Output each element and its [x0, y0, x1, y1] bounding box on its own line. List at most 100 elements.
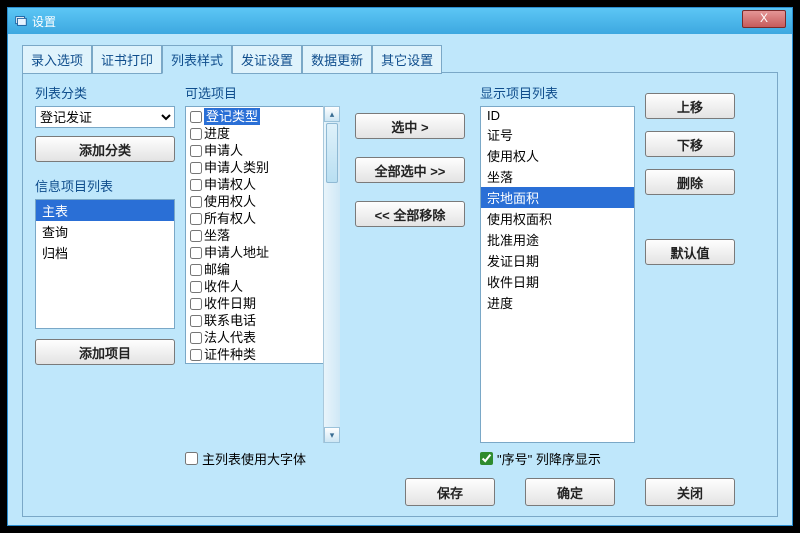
- item-label: 使用权人: [204, 193, 256, 210]
- item-checkbox[interactable]: [190, 230, 202, 242]
- main-row: 列表分类 登记发证 添加分类 信息项目列表 主表查询归档 添加项目 可选项目 登…: [35, 83, 765, 468]
- list-item[interactable]: 查询: [36, 221, 174, 242]
- list-item[interactable]: 使用权人: [481, 145, 634, 166]
- tab-3[interactable]: 发证设置: [232, 45, 302, 74]
- list-item[interactable]: 证件种类: [188, 346, 339, 363]
- scroll-up-icon[interactable]: ▴: [324, 106, 340, 122]
- item-label: 进度: [204, 125, 230, 142]
- available-items-listbox[interactable]: 登记类型进度申请人申请人类别申请权人使用权人所有权人坐落申请人地址邮编收件人收件…: [185, 106, 340, 364]
- list-item[interactable]: 使用权面积: [481, 208, 634, 229]
- ok-button[interactable]: 确定: [525, 478, 615, 506]
- item-checkbox[interactable]: [190, 332, 202, 344]
- item-label: 所有权人: [204, 210, 256, 227]
- list-item[interactable]: 申请人: [188, 142, 339, 159]
- display-items-listbox[interactable]: ID证号使用权人坐落宗地面积使用权面积批准用途发证日期收件日期进度: [480, 106, 635, 443]
- item-checkbox[interactable]: [190, 349, 202, 361]
- order-desc-checkbox[interactable]: [480, 452, 493, 465]
- order-desc-label: "序号" 列降序显示: [497, 449, 601, 468]
- list-item[interactable]: 邮编: [188, 261, 339, 278]
- list-item[interactable]: 联系电话: [188, 312, 339, 329]
- list-item[interactable]: 申请人地址: [188, 244, 339, 261]
- add-category-button[interactable]: 添加分类: [35, 136, 175, 162]
- move-down-button[interactable]: 下移: [645, 131, 735, 157]
- window-icon: [14, 14, 28, 28]
- list-item[interactable]: 所有权人: [188, 210, 339, 227]
- titlebar: 设置 X: [8, 8, 792, 34]
- list-item[interactable]: 收件人: [188, 278, 339, 295]
- list-item[interactable]: 收件日期: [481, 271, 634, 292]
- item-label: 邮编: [204, 261, 230, 278]
- list-item[interactable]: 申请人类别: [188, 159, 339, 176]
- list-item[interactable]: 申请权人: [188, 176, 339, 193]
- item-checkbox[interactable]: [190, 281, 202, 293]
- item-label: 申请人: [204, 142, 243, 159]
- list-item[interactable]: 发证日期: [481, 250, 634, 271]
- add-item-button[interactable]: 添加项目: [35, 339, 175, 365]
- item-checkbox[interactable]: [190, 247, 202, 259]
- big-font-checkbox[interactable]: [185, 452, 198, 465]
- close-button-footer[interactable]: 关闭: [645, 478, 735, 506]
- item-label: 法人代表: [204, 329, 256, 346]
- item-checkbox[interactable]: [190, 298, 202, 310]
- window-title: 设置: [32, 13, 56, 30]
- list-item[interactable]: 归档: [36, 242, 174, 263]
- scroll-down-icon[interactable]: ▾: [324, 427, 340, 443]
- list-item[interactable]: ID: [481, 107, 634, 124]
- list-item[interactable]: 宗地面积: [481, 187, 634, 208]
- item-checkbox[interactable]: [190, 196, 202, 208]
- list-item[interactable]: 法人代表: [188, 329, 339, 346]
- tab-1[interactable]: 证书打印: [92, 45, 162, 74]
- tab-5[interactable]: 其它设置: [372, 45, 442, 74]
- category-select[interactable]: 登记发证: [35, 106, 175, 128]
- tab-0[interactable]: 录入选项: [22, 45, 92, 74]
- item-checkbox[interactable]: [190, 145, 202, 157]
- item-label: 登记类型: [204, 108, 260, 125]
- select-button[interactable]: 选中 >: [355, 113, 465, 139]
- item-checkbox[interactable]: [190, 162, 202, 174]
- item-label: 收件日期: [204, 295, 256, 312]
- move-up-button[interactable]: 上移: [645, 93, 735, 119]
- item-label: 收件人: [204, 278, 243, 295]
- item-label: 坐落: [204, 227, 230, 244]
- item-checkbox[interactable]: [190, 264, 202, 276]
- transfer-buttons-column: 选中 > 全部选中 >> << 全部移除: [350, 83, 470, 468]
- remove-all-button[interactable]: << 全部移除: [355, 201, 465, 227]
- footer-buttons: 保存 确定 关闭: [35, 468, 765, 506]
- default-button[interactable]: 默认值: [645, 239, 735, 265]
- tab-4[interactable]: 数据更新: [302, 45, 372, 74]
- item-checkbox[interactable]: [190, 213, 202, 225]
- list-item[interactable]: 坐落: [481, 166, 634, 187]
- available-column: 可选项目 登记类型进度申请人申请人类别申请权人使用权人所有权人坐落申请人地址邮编…: [185, 83, 340, 468]
- list-item[interactable]: 进度: [188, 125, 339, 142]
- info-item-listbox[interactable]: 主表查询归档: [35, 199, 175, 329]
- list-item[interactable]: 批准用途: [481, 229, 634, 250]
- label-info-item-list: 信息项目列表: [35, 176, 175, 195]
- list-item[interactable]: 进度: [481, 292, 634, 313]
- tab-2[interactable]: 列表样式: [162, 45, 232, 74]
- item-checkbox[interactable]: [190, 179, 202, 191]
- item-checkbox[interactable]: [190, 111, 202, 123]
- left-column: 列表分类 登记发证 添加分类 信息项目列表 主表查询归档 添加项目: [35, 83, 175, 468]
- close-button[interactable]: X: [742, 10, 786, 28]
- item-checkbox[interactable]: [190, 128, 202, 140]
- delete-button[interactable]: 删除: [645, 169, 735, 195]
- item-checkbox[interactable]: [190, 315, 202, 327]
- item-label: 申请人类别: [204, 159, 269, 176]
- list-item[interactable]: 坐落: [188, 227, 339, 244]
- list-item[interactable]: 登记类型: [188, 108, 339, 125]
- list-item[interactable]: 使用权人: [188, 193, 339, 210]
- avail-scrollbar[interactable]: ▴ ▾: [323, 106, 340, 443]
- tab-bar: 录入选项证书打印列表样式发证设置数据更新其它设置: [22, 44, 778, 73]
- select-all-button[interactable]: 全部选中 >>: [355, 157, 465, 183]
- label-list-category: 列表分类: [35, 83, 175, 102]
- right-buttons-column: 上移 下移 删除 默认值: [645, 83, 735, 468]
- scroll-thumb[interactable]: [326, 123, 338, 183]
- list-item[interactable]: 主表: [36, 200, 174, 221]
- item-label: 证件种类: [204, 346, 256, 363]
- save-button[interactable]: 保存: [405, 478, 495, 506]
- settings-window: 设置 X 录入选项证书打印列表样式发证设置数据更新其它设置 列表分类 登记发证 …: [7, 7, 793, 526]
- list-item[interactable]: 收件日期: [188, 295, 339, 312]
- list-item[interactable]: 证号: [481, 124, 634, 145]
- big-font-label: 主列表使用大字体: [202, 449, 306, 468]
- label-avail-items: 可选项目: [185, 83, 340, 102]
